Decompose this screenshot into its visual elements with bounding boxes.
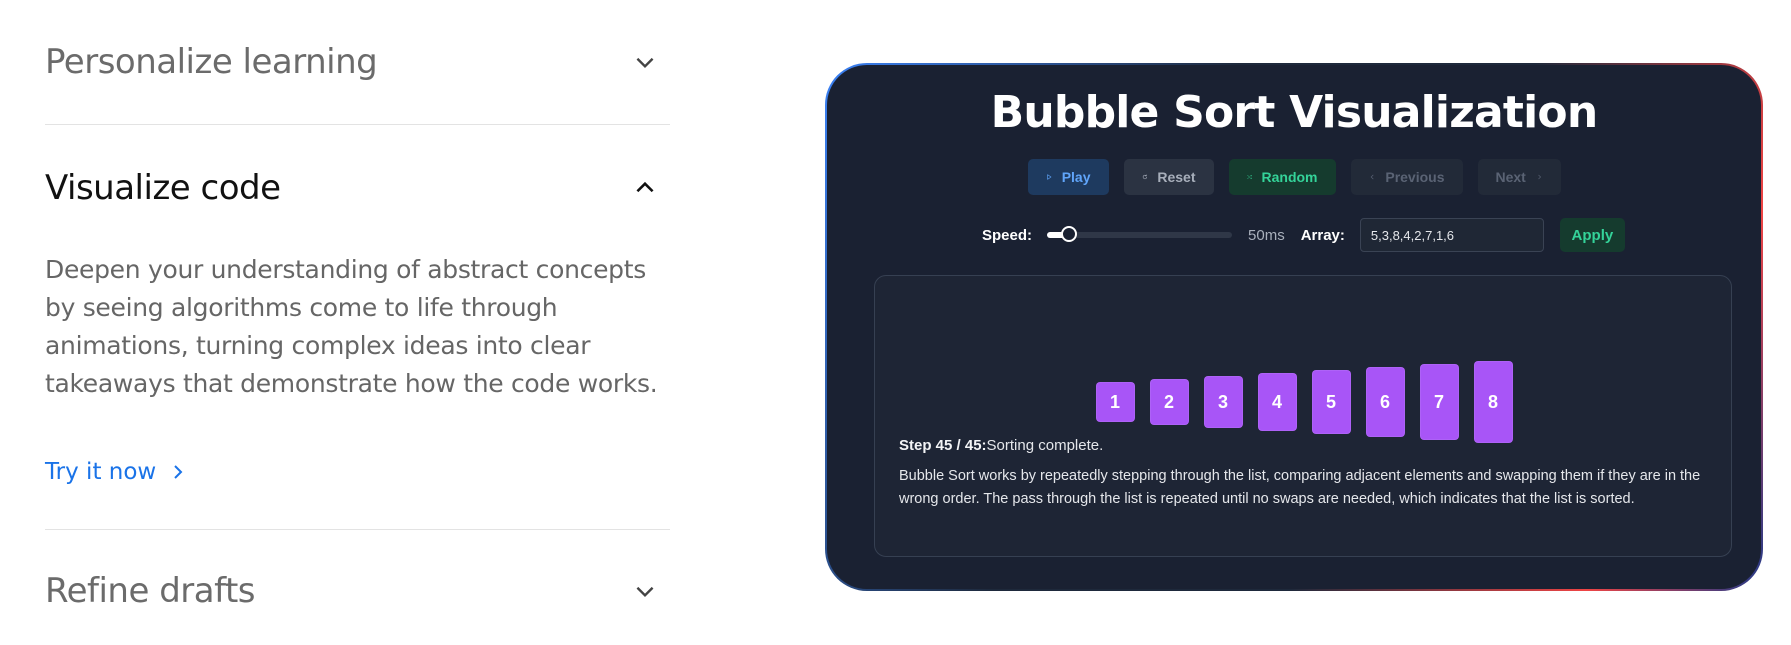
array-bar: 2: [1149, 379, 1189, 425]
previous-label: Previous: [1385, 169, 1445, 185]
bar-value: 3: [1217, 391, 1228, 412]
bars-container: 1 2 3 4 5 6 7 8: [875, 314, 1731, 443]
play-icon: [1046, 174, 1051, 180]
bar-value: 2: [1163, 391, 1174, 412]
link-label: Try it now: [45, 459, 157, 485]
reset-icon: [1142, 174, 1147, 180]
accordion-title: Personalize learning: [45, 42, 378, 82]
next-label: Next: [1495, 169, 1526, 185]
chevron-right-icon: [1538, 174, 1541, 180]
speed-value: 50ms: [1248, 226, 1285, 244]
visualization-panel: 12345678 Step 45 / 45:Sorting complete. …: [874, 275, 1732, 557]
chevron-left-icon: [1370, 174, 1374, 180]
control-toolbar: Play Reset Random Previous Next: [827, 159, 1761, 195]
chevron-down-icon[interactable]: [630, 576, 660, 606]
accordion-title: Visualize code: [45, 168, 281, 208]
play-button[interactable]: Play: [1027, 159, 1109, 195]
apply-label: Apply: [1571, 226, 1614, 244]
array-bar: 4: [1257, 373, 1297, 431]
reset-label: Reset: [1157, 169, 1196, 185]
array-bar: 5: [1311, 370, 1351, 434]
bar-value: 4: [1271, 391, 1282, 412]
array-label: Array:: [1300, 226, 1345, 244]
accordion-item-visualize: Visualize code Deepen your understanding…: [45, 125, 670, 530]
previous-button[interactable]: Previous: [1350, 159, 1463, 195]
demo-title: Bubble Sort Visualization: [990, 87, 1599, 138]
accordion-item-refine: Refine drafts: [45, 530, 670, 645]
reset-button[interactable]: Reset: [1123, 159, 1214, 195]
step-counter: Step 45 / 45:: [899, 437, 987, 454]
random-button[interactable]: Random: [1228, 159, 1336, 195]
bar-value: 5: [1325, 391, 1336, 412]
speed-slider[interactable]: [1047, 226, 1233, 242]
chevron-up-icon[interactable]: [630, 173, 660, 203]
speed-slider-thumb[interactable]: [1061, 226, 1078, 242]
chevron-down-icon[interactable]: [630, 47, 660, 77]
step-status: Step 45 / 45:Sorting complete.: [899, 437, 1103, 454]
accordion-header-visualize[interactable]: Visualize code: [45, 125, 670, 251]
demo-card-frame: Bubble Sort Visualization Play Reset Ran…: [825, 63, 1763, 591]
accordion-description: Deepen your understanding of abstract co…: [45, 255, 658, 398]
bar-value: 6: [1379, 391, 1390, 412]
accordion-header-personalize[interactable]: Personalize learning: [45, 0, 670, 124]
array-bar: 7: [1419, 364, 1459, 440]
parameter-row: Speed: 50ms Array: Apply: [982, 217, 1625, 253]
accordion-item-personalize: Personalize learning: [45, 0, 670, 125]
accordion-header-refine[interactable]: Refine drafts: [45, 530, 670, 645]
next-button[interactable]: Next: [1477, 159, 1561, 195]
random-label: Random: [1261, 169, 1318, 185]
algorithm-explanation: Bubble Sort works by repeatedly stepping…: [899, 468, 1701, 507]
bar-value: 8: [1487, 391, 1498, 412]
array-bar: 6: [1365, 367, 1405, 437]
try-it-now-link[interactable]: Try it now: [45, 459, 186, 485]
array-bar: 8: [1473, 361, 1513, 443]
play-label: Play: [1061, 169, 1091, 185]
chevron-right-icon: [174, 465, 183, 479]
bar-value: 1: [1109, 391, 1120, 412]
array-input[interactable]: [1359, 218, 1544, 252]
accordion-title: Refine drafts: [45, 571, 256, 611]
speed-label: Speed:: [982, 226, 1033, 244]
apply-button[interactable]: Apply: [1559, 218, 1625, 252]
array-bar: 3: [1203, 376, 1243, 428]
bar-value: 7: [1433, 391, 1444, 412]
shuffle-icon: [1246, 174, 1252, 180]
array-bar: 1: [1095, 382, 1135, 422]
step-message: Sorting complete.: [986, 437, 1104, 454]
bubble-sort-demo: Bubble Sort Visualization Play Reset Ran…: [827, 65, 1761, 589]
accordion-body: Deepen your understanding of abstract co…: [45, 251, 670, 529]
feature-accordion: Personalize learning Visualize code Deep…: [45, 0, 670, 645]
